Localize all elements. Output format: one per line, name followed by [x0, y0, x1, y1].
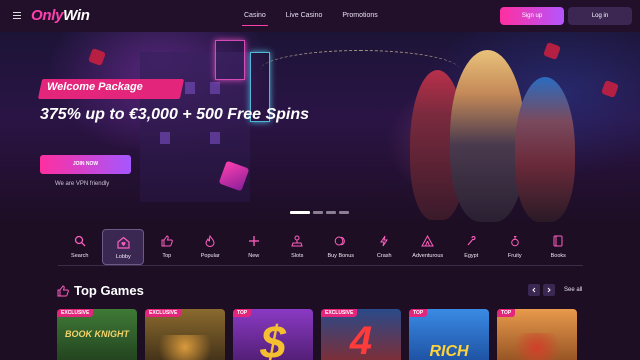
book-icon [551, 234, 565, 248]
dice-icon [88, 48, 106, 66]
vpn-note: We are VPN friendly [55, 181, 110, 187]
carousel-dot[interactable] [326, 211, 336, 214]
category-adventurous[interactable]: Adventurous [406, 229, 450, 265]
game-tag: EXCLUSIVE [321, 309, 358, 317]
category-egypt[interactable]: Egypt [450, 229, 494, 265]
logo[interactable]: OnlyWin [31, 7, 90, 24]
category-lobby[interactable]: Lobby [102, 229, 145, 265]
dice-icon [601, 80, 619, 98]
game-card[interactable]: TOP RICH [409, 309, 489, 360]
game-card[interactable]: TOP $ [233, 309, 313, 360]
hamburger-menu-icon[interactable] [13, 12, 21, 19]
category-slots[interactable]: Slots [276, 229, 320, 265]
ankh-icon [464, 234, 478, 248]
login-button[interactable]: Log in [568, 7, 632, 25]
category-label: Egypt [464, 253, 479, 259]
category-label: Crash [376, 253, 392, 259]
category-buy-bonus[interactable]: Buy Bonus [319, 229, 363, 265]
joystick-icon [290, 234, 304, 248]
plus-icon [247, 234, 261, 248]
game-card[interactable]: EXCLUSIVE 4 [321, 309, 401, 360]
coins-icon [334, 234, 348, 248]
category-crash[interactable]: Crash [363, 229, 407, 265]
logo-suffix: Win [63, 7, 90, 24]
thumbs-up-icon [160, 234, 174, 248]
nav-promotions[interactable]: Promotions [332, 0, 387, 32]
category-label: Slots [291, 253, 304, 259]
hero-banner[interactable]: Welcome Package 375% up to €3,000 + 500 … [0, 32, 640, 222]
category-label: Search [71, 253, 89, 259]
thumbs-up-icon [57, 284, 69, 297]
page: OnlyWin Casino Live Casino Promotions Si… [0, 0, 640, 360]
building-window [210, 82, 220, 94]
neon-sign [215, 40, 245, 80]
category-new[interactable]: New [232, 229, 276, 265]
game-card[interactable]: EXCLUSIVE [145, 309, 225, 360]
nav-live-casino[interactable]: Live Casino [276, 0, 333, 32]
category-label: Top [162, 253, 172, 259]
prev-arrow-button[interactable] [528, 284, 540, 296]
category-top[interactable]: Top [145, 229, 189, 265]
game-tag: TOP [409, 309, 428, 317]
game-tag: TOP [497, 309, 516, 317]
game-art-text: BOOK KNIGHT [65, 329, 129, 339]
hero-headline: 375% up to €3,000 + 500 Free Spins [40, 106, 310, 123]
see-all-link[interactable]: See all [564, 287, 582, 293]
category-label: New [248, 253, 260, 259]
game-tag: EXCLUSIVE [145, 309, 182, 317]
category-label: Fruity [507, 253, 522, 259]
hero-character-right [515, 77, 575, 222]
category-label: Lobby [115, 254, 131, 260]
category-search[interactable]: Search [58, 229, 102, 265]
chevron-left-icon [532, 287, 536, 293]
category-popular[interactable]: Popular [189, 229, 233, 265]
join-now-button[interactable]: JOIN NOW [40, 155, 131, 174]
hero-character-center [450, 50, 525, 222]
category-label: Adventurous [412, 253, 444, 259]
welcome-badge: Welcome Package [47, 81, 143, 93]
category-label: Buy Bonus [327, 253, 355, 259]
flame-icon [203, 234, 217, 248]
category-label: Books [550, 253, 566, 259]
game-art-text: RICH [429, 343, 469, 360]
logo-prefix: Only [31, 7, 64, 24]
game-art [497, 333, 577, 360]
game-card[interactable]: TOP [497, 309, 577, 360]
top-header: OnlyWin Casino Live Casino Promotions Si… [0, 0, 640, 32]
dice-icon [543, 42, 561, 60]
section-title: Top Games [74, 283, 144, 298]
search-icon [73, 234, 87, 248]
carousel-dot[interactable] [339, 211, 349, 214]
carousel-dot[interactable] [290, 211, 310, 214]
carousel-dots [290, 211, 349, 214]
signup-button[interactable]: Sign up [500, 7, 564, 25]
game-card[interactable]: EXCLUSIVE BOOK KNIGHT [57, 309, 137, 360]
lobby-icon [116, 235, 130, 249]
game-art [145, 335, 225, 360]
game-art-text: 4 [349, 319, 373, 360]
category-divider [58, 265, 583, 266]
category-books[interactable]: Books [537, 229, 581, 265]
lightning-icon [377, 234, 391, 248]
building-window [185, 82, 195, 94]
nav-casino[interactable]: Casino [234, 0, 276, 32]
building-window [210, 132, 220, 144]
games-row: EXCLUSIVE BOOK KNIGHT EXCLUSIVE TOP $ EX… [57, 309, 577, 360]
carousel-dot[interactable] [313, 211, 323, 214]
game-art-text: $ [260, 316, 286, 360]
category-label: Popular [200, 253, 220, 259]
tent-icon [421, 234, 435, 248]
building-window [160, 132, 170, 144]
game-tag: EXCLUSIVE [57, 309, 94, 317]
cherry-icon [508, 234, 522, 248]
main-nav: Casino Live Casino Promotions [234, 0, 388, 32]
category-fruity[interactable]: Fruity [493, 229, 537, 265]
category-bar: Search Lobby Top Popular New Slots Buy B… [58, 229, 580, 265]
next-arrow-button[interactable] [543, 284, 555, 296]
chevron-right-icon [547, 287, 551, 293]
